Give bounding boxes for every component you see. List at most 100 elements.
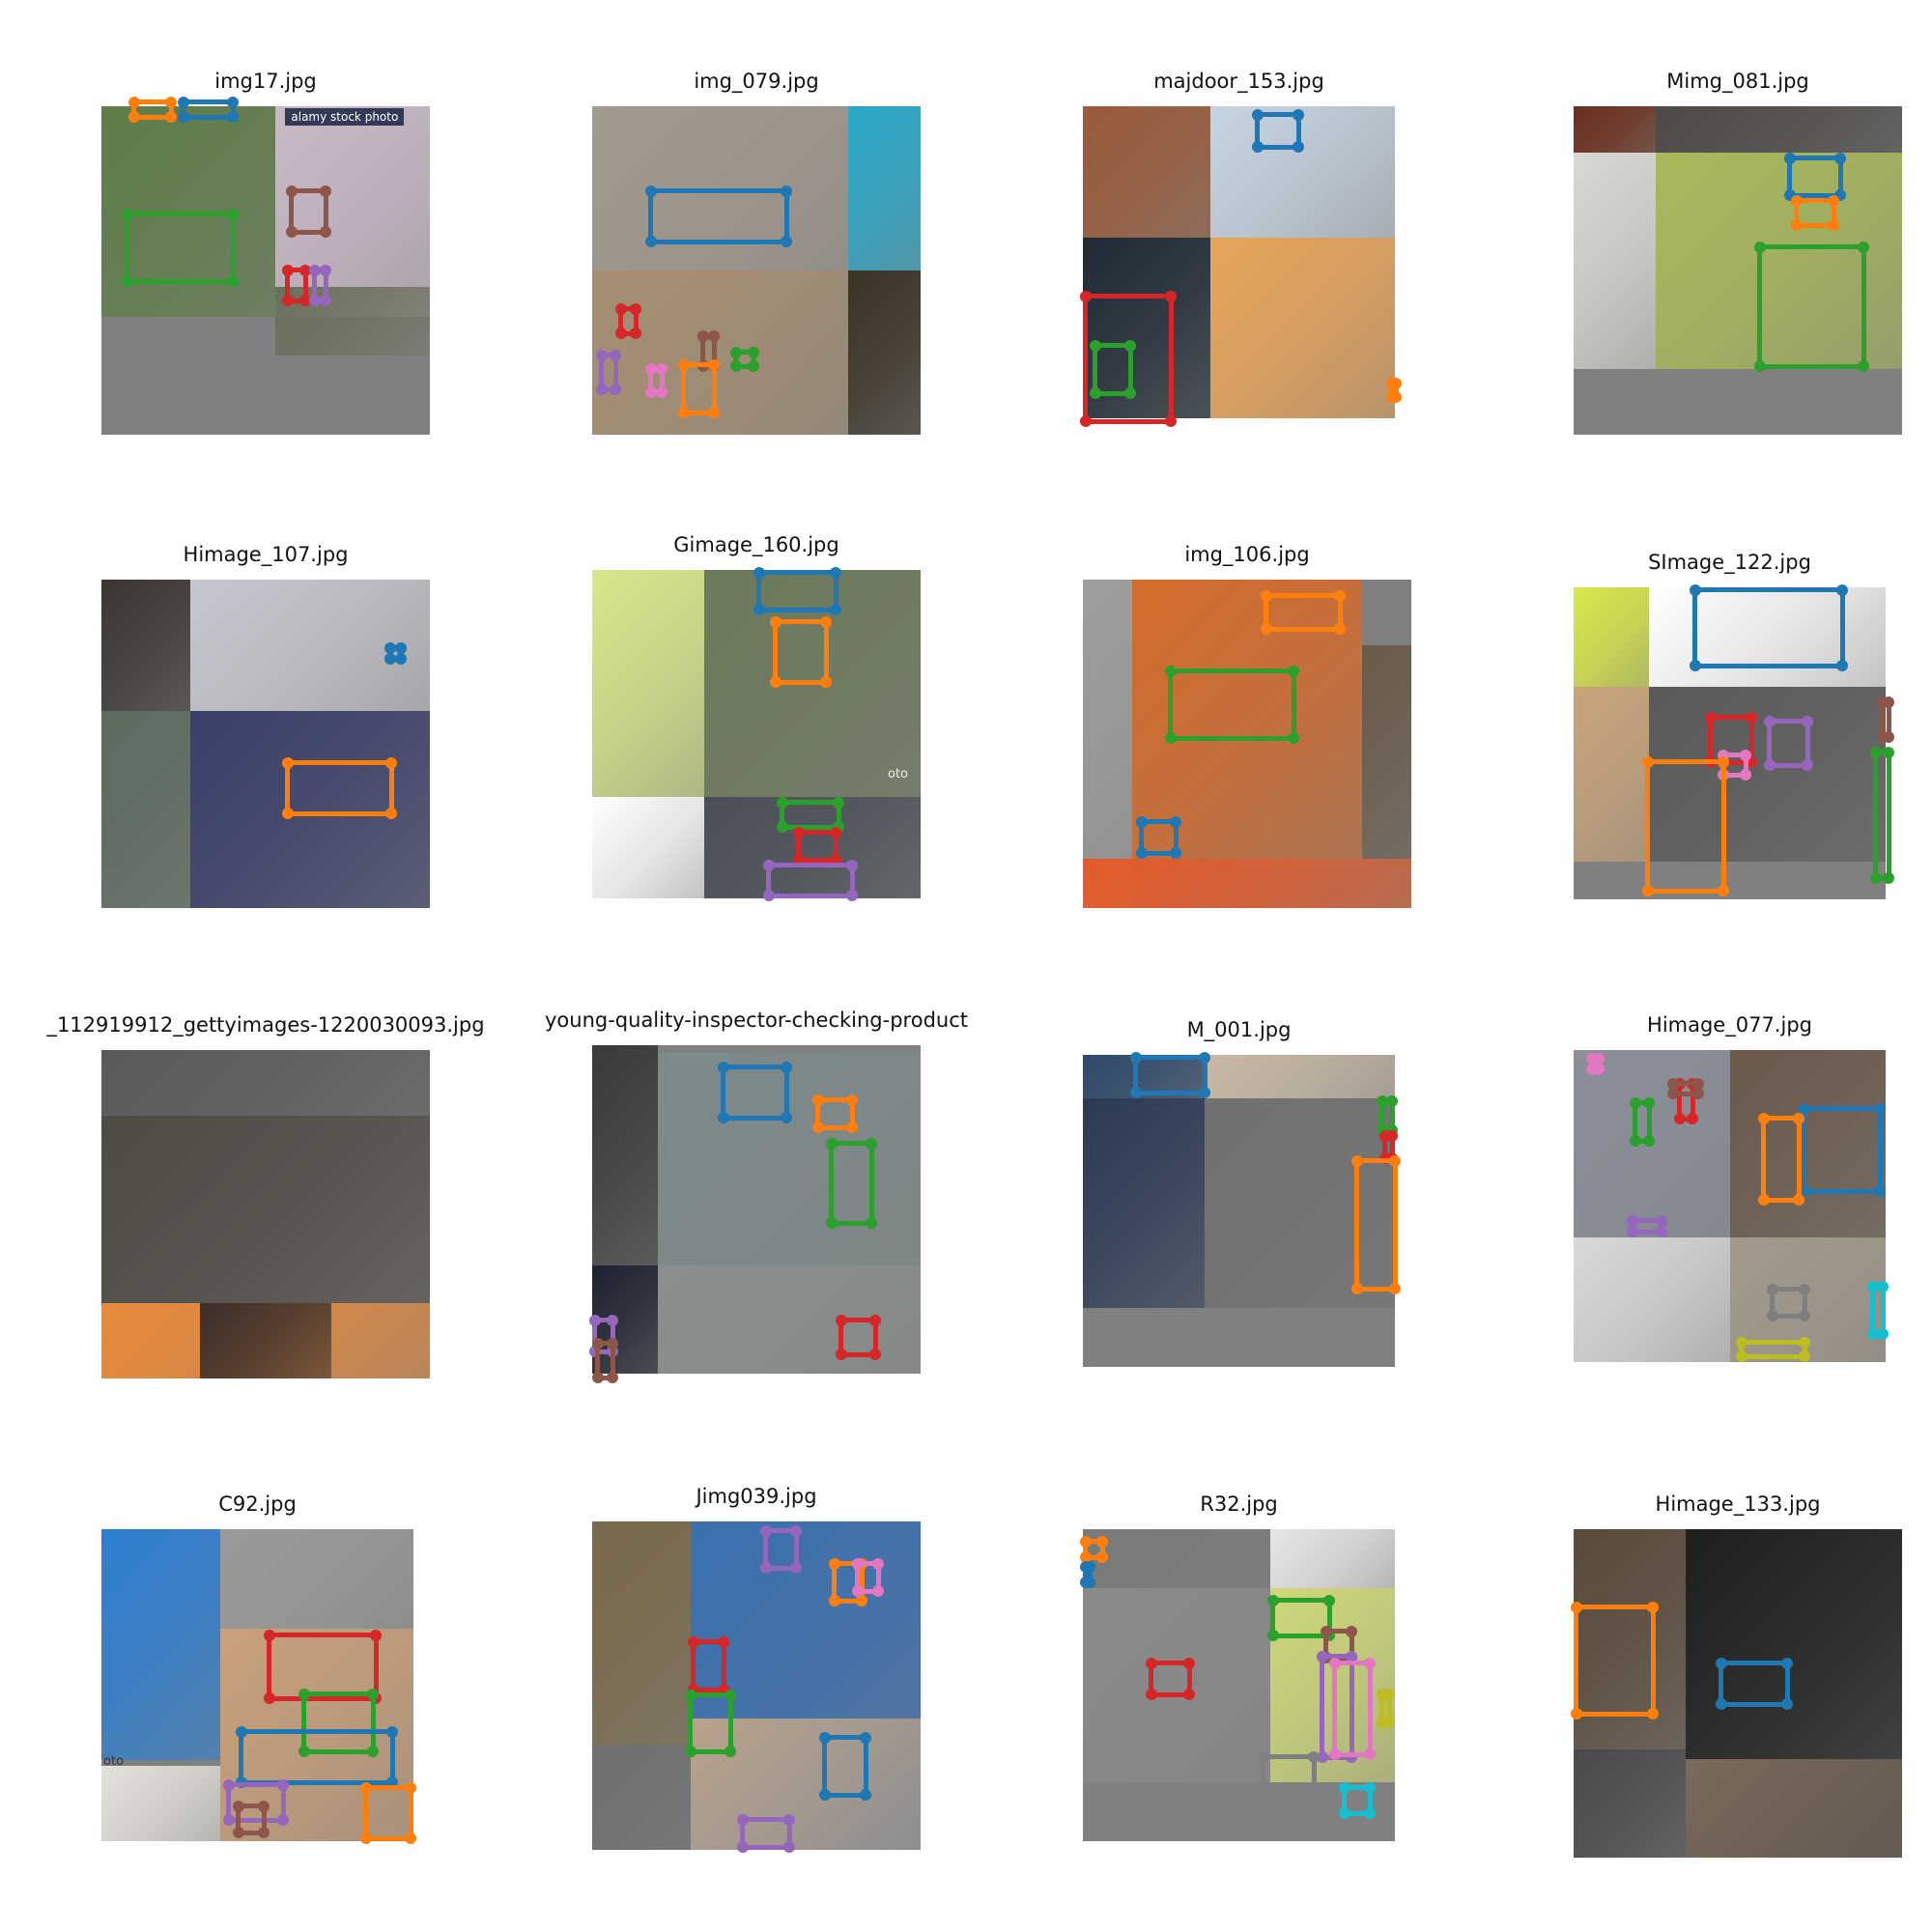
- bounding-box: [1258, 1750, 1321, 1829]
- bounding-box: [776, 797, 845, 833]
- bounding-box: [825, 1137, 878, 1229]
- bounding-box: [644, 185, 792, 247]
- watermark-text: oto: [888, 767, 909, 781]
- corner-marker: [629, 303, 641, 316]
- corner-marker: [1792, 1194, 1804, 1207]
- corner-marker: [121, 208, 133, 220]
- corner-marker: [384, 807, 397, 819]
- watermark-text: alamy stock photo: [285, 108, 405, 126]
- corner-marker: [644, 386, 657, 399]
- corner-marker: [1351, 1154, 1363, 1167]
- photo-patch: [101, 580, 190, 711]
- bounding-box: [1376, 1688, 1395, 1729]
- corner-marker: [394, 653, 407, 665]
- bounding-box: [177, 97, 240, 123]
- photo-patch: [1204, 1055, 1395, 1099]
- bounding-box: [1586, 1053, 1605, 1075]
- corner-marker: [1080, 290, 1092, 302]
- bounding-box: [1165, 665, 1299, 744]
- corner-marker: [1385, 1095, 1398, 1108]
- bounding-box: [308, 264, 331, 306]
- photo-patch: [101, 1116, 430, 1303]
- corner-marker: [370, 1629, 383, 1641]
- bounding-box: [759, 1524, 803, 1574]
- tile-title: img_106.jpg: [1184, 543, 1310, 566]
- bounding-box: [595, 350, 622, 395]
- corner-marker: [592, 1338, 605, 1350]
- corner-marker: [829, 1557, 841, 1570]
- photo-patch: [1269, 1529, 1395, 1589]
- corner-marker: [1129, 1052, 1142, 1064]
- corner-marker: [1642, 1134, 1655, 1147]
- corner-marker: [868, 1315, 881, 1327]
- bounding-box: [1764, 715, 1814, 772]
- bounding-box: [1754, 241, 1869, 372]
- bounding-box: [232, 1801, 270, 1838]
- bounding-box: [1339, 1781, 1377, 1820]
- corner-marker: [1836, 584, 1848, 596]
- corner-marker: [1333, 589, 1346, 602]
- corner-marker: [1827, 218, 1839, 231]
- corner-marker: [1767, 1284, 1779, 1296]
- corner-marker: [629, 327, 641, 339]
- corner-marker: [1718, 755, 1730, 768]
- corner-marker: [819, 676, 832, 688]
- photo-patch: [1083, 106, 1211, 238]
- bounding-box: [1351, 1154, 1402, 1295]
- photo-patch: [1574, 106, 1656, 153]
- bounding-box: [1080, 1560, 1095, 1589]
- photo-patch: [1574, 1236, 1730, 1362]
- corner-marker: [1630, 1096, 1642, 1109]
- corner-marker: [1715, 1658, 1727, 1669]
- corner-marker: [1329, 1657, 1342, 1669]
- corner-marker: [819, 616, 832, 628]
- tile-title: C92.jpg: [218, 1492, 297, 1516]
- corner-marker: [684, 1689, 696, 1701]
- bounding-box: [121, 208, 240, 287]
- tile-title: Gimage_160.jpg: [673, 533, 839, 556]
- tile-title: Himage_077.jpg: [1647, 1013, 1812, 1037]
- corner-marker: [223, 1813, 236, 1826]
- bounding-box: [282, 264, 312, 306]
- corner-marker: [677, 406, 690, 418]
- corner-marker: [298, 1688, 310, 1700]
- bounding-box: [1798, 1103, 1886, 1197]
- corner-marker: [759, 1524, 772, 1537]
- photo-patch: [101, 1766, 220, 1841]
- corner-marker: [592, 1371, 605, 1383]
- corner-marker: [1673, 1113, 1686, 1125]
- corner-marker: [780, 235, 792, 247]
- corner-marker: [1870, 871, 1883, 884]
- photo-patch: [101, 1529, 220, 1761]
- bounding-box: [770, 616, 832, 688]
- corner-marker: [282, 757, 295, 769]
- corner-marker: [232, 1826, 244, 1838]
- corner-marker: [770, 676, 781, 688]
- corner-marker: [1317, 1651, 1329, 1663]
- corner-marker: [606, 1315, 618, 1327]
- tile-title: Mimg_081.jpg: [1666, 70, 1809, 93]
- corner-marker: [866, 1137, 878, 1150]
- corner-marker: [1339, 1781, 1351, 1794]
- corner-marker: [1876, 1281, 1889, 1293]
- corner-marker: [1164, 290, 1177, 302]
- corner-marker: [1320, 1626, 1332, 1638]
- bounding-box: [1129, 1052, 1211, 1098]
- corner-marker: [1689, 584, 1701, 596]
- corner-marker: [1836, 659, 1848, 671]
- photo-patch: [1574, 587, 1649, 688]
- corner-marker: [360, 1781, 373, 1794]
- corner-marker: [872, 1584, 885, 1597]
- photo-patch: [1210, 106, 1395, 238]
- corner-marker: [829, 826, 841, 838]
- corner-marker: [1642, 1096, 1655, 1109]
- photo-patch: [848, 106, 921, 270]
- bounding-box: [688, 1636, 730, 1695]
- corner-marker: [872, 1557, 885, 1570]
- corner-marker: [1739, 769, 1751, 781]
- bounding-box: [1715, 1658, 1794, 1710]
- bounding-box: [592, 1338, 618, 1383]
- corner-marker: [1757, 1194, 1770, 1207]
- corner-marker: [1873, 1103, 1886, 1116]
- corner-marker: [1873, 1184, 1886, 1197]
